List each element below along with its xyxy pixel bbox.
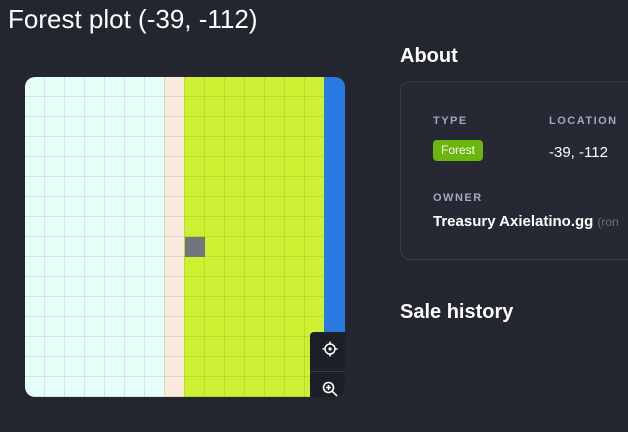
owner-label: OWNER: [433, 192, 483, 204]
selected-plot-marker[interactable]: [185, 237, 205, 257]
locate-button[interactable]: [310, 332, 345, 372]
map-grid: [25, 77, 324, 397]
location-label: LOCATION: [549, 115, 618, 127]
location-value: -39, -112: [549, 144, 608, 161]
zoom-in-icon: [322, 381, 338, 397]
about-card: TYPE LOCATION Forest -39, -112 OWNER Tre…: [400, 81, 628, 260]
crosshair-icon: [322, 341, 338, 362]
owner-link[interactable]: Treasury Axielatino.gg (ron: [433, 213, 619, 230]
about-heading: About: [400, 45, 458, 67]
owner-name[interactable]: Treasury Axielatino.gg: [433, 213, 593, 230]
plot-map[interactable]: [25, 77, 345, 397]
zoom-in-button[interactable]: [310, 372, 345, 397]
owner-address: (ron: [597, 215, 619, 229]
type-badge: Forest: [433, 140, 484, 161]
map-controls: [310, 332, 345, 397]
type-label: TYPE: [433, 115, 468, 127]
sale-history-heading: Sale history: [400, 301, 514, 323]
page-title: Forest plot (-39, -112): [8, 4, 258, 34]
